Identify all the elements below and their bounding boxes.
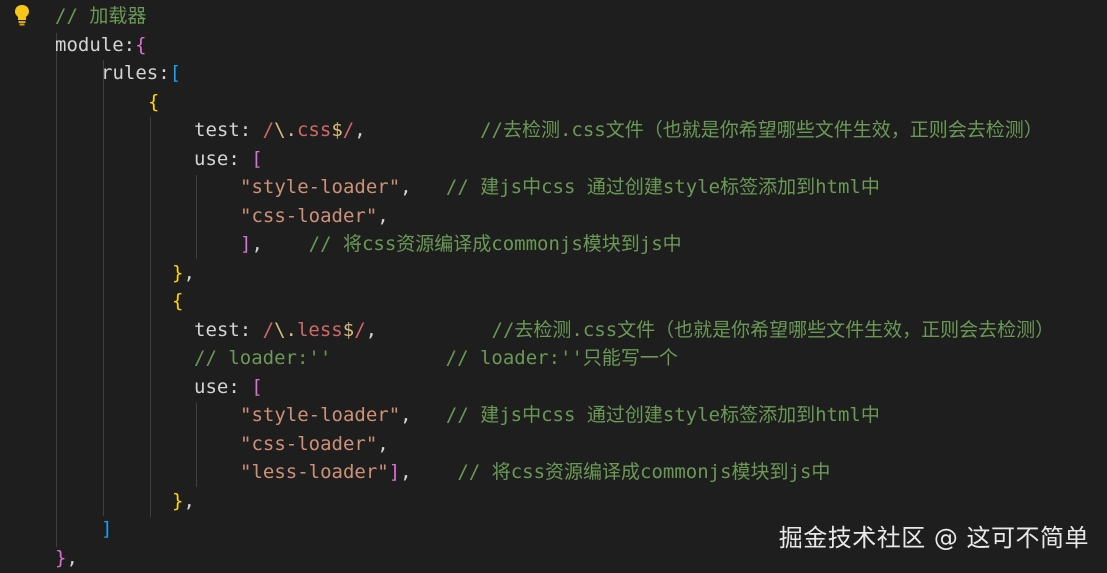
code-token: //去检测.css文件（也就是你希望哪些文件生效，正则会去检测）	[480, 119, 1043, 141]
code-token: ]	[388, 461, 401, 483]
code-line[interactable]: use: [	[194, 373, 263, 402]
code-line[interactable]: },	[55, 544, 78, 573]
code-token: use:	[194, 148, 252, 170]
code-token: ,	[400, 404, 446, 426]
watermark: 掘金技术社区 @ 这可不简单	[778, 524, 1089, 552]
code-token: "css-loader"	[240, 205, 378, 227]
code-token: }	[55, 547, 67, 569]
code-token: rules:	[101, 62, 170, 84]
code-line[interactable]: "less-loader"], // 将css资源编译成commonjs模块到j…	[240, 458, 830, 487]
code-token: /	[262, 119, 275, 141]
code-line[interactable]: "css-loader",	[240, 430, 389, 459]
code-token: // 建js中css 通过创建style标签添加到html中	[445, 404, 880, 426]
code-token: less	[296, 319, 343, 341]
code-line[interactable]: test: /\.css$/, //去检测.css文件（也就是你希望哪些文件生效…	[194, 116, 1043, 145]
code-token: [	[251, 148, 263, 170]
code-token: "css-loader"	[240, 433, 378, 455]
code-token: ,	[377, 433, 389, 455]
code-token: // 将css资源编译成commonjs模块到js中	[457, 461, 831, 483]
code-token: }	[172, 262, 184, 284]
code-token: ]	[240, 233, 252, 255]
code-token: ,	[183, 490, 195, 512]
code-token: ,	[400, 461, 458, 483]
code-line[interactable]: "css-loader",	[240, 202, 389, 231]
code-token: //去检测.css文件（也就是你希望哪些文件生效，正则会去检测）	[491, 319, 1055, 341]
code-token: css	[296, 119, 332, 141]
indent-guide	[150, 117, 151, 517]
code-line[interactable]: rules:[	[101, 59, 181, 88]
code-token: $	[331, 119, 343, 141]
code-token: {	[148, 91, 160, 113]
code-token: [	[169, 62, 182, 84]
code-token: {	[172, 290, 184, 312]
code-token: /	[342, 119, 355, 141]
code-line[interactable]: "style-loader", // 建js中css 通过创建style标签添加…	[240, 173, 880, 202]
code-token: ,	[365, 319, 492, 341]
lightbulb-icon[interactable]	[12, 4, 32, 26]
code-token: test:	[194, 119, 263, 141]
code-line[interactable]: // loader:'' // loader:''只能写一个	[194, 344, 678, 373]
code-token: module:	[55, 34, 136, 56]
code-token: $	[342, 319, 355, 341]
code-token: // 将css资源编译成commonjs模块到js中	[308, 233, 682, 255]
code-token: \.	[274, 319, 297, 341]
code-token: }	[172, 490, 184, 512]
code-token: ,	[251, 233, 309, 255]
code-editor[interactable]: // 加载器 module:{rules:[{test: /\.css$/, //…	[0, 0, 1107, 571]
code-token: /	[262, 319, 275, 341]
code-line[interactable]: ], // 将css资源编译成commonjs模块到js中	[240, 230, 682, 259]
code-token: // 建js中css 通过创建style标签添加到html中	[445, 176, 880, 198]
indent-guide	[196, 403, 197, 487]
code-line[interactable]: module:{	[55, 31, 147, 60]
code-token: "style-loader"	[240, 404, 401, 426]
code-line[interactable]: {	[148, 88, 159, 117]
code-line[interactable]: use: [	[194, 145, 263, 174]
code-line[interactable]: },	[172, 487, 195, 516]
code-token: ]	[101, 518, 113, 540]
code-token: use:	[194, 376, 252, 398]
code-token: /	[354, 319, 366, 341]
code-token: {	[135, 34, 147, 56]
indent-guide	[196, 175, 197, 259]
code-token: // 加载器	[55, 5, 147, 27]
code-token: \.	[274, 119, 297, 141]
code-token: // loader:'' // loader:''只能写一个	[194, 347, 678, 369]
code-token: ,	[400, 176, 446, 198]
code-token: [	[251, 376, 263, 398]
code-token: "less-loader"	[240, 461, 389, 483]
code-token: ,	[183, 262, 195, 284]
code-line[interactable]: },	[172, 259, 195, 288]
code-token: test:	[194, 319, 263, 341]
indent-guide	[103, 60, 104, 516]
code-line[interactable]: // 加载器	[55, 2, 146, 31]
code-line[interactable]: "style-loader", // 建js中css 通过创建style标签添加…	[240, 401, 880, 430]
code-line[interactable]: {	[172, 287, 183, 316]
code-line[interactable]: test: /\.less$/, //去检测.css文件（也就是你希望哪些文件生…	[194, 316, 1054, 345]
code-token: ,	[66, 547, 78, 569]
code-token: ,	[377, 205, 389, 227]
code-token: ,	[354, 119, 481, 141]
indent-guide	[56, 33, 57, 547]
code-line[interactable]: ]	[101, 515, 112, 544]
code-token: "style-loader"	[240, 176, 401, 198]
